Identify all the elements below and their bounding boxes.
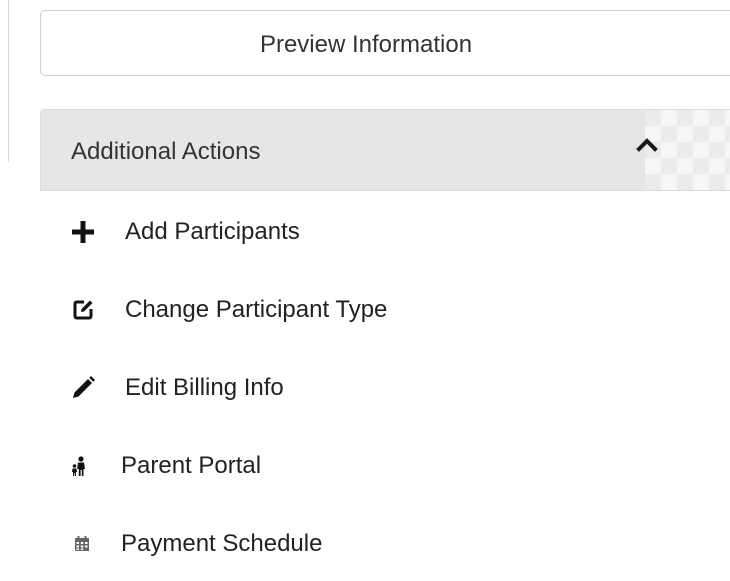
change-participant-type-action[interactable]: Change Participant Type [40,280,730,340]
parent-portal-action[interactable]: Parent Portal [40,436,730,496]
left-divider [8,0,9,162]
pencil-icon [70,375,96,401]
edit-square-icon [70,297,96,323]
preview-information-button[interactable]: Preview Information [40,10,730,76]
family-icon [70,455,90,477]
add-participants-label: Add Participants [125,218,300,245]
preview-information-label: Preview Information [259,31,473,58]
additional-actions-title: Additional Actions [71,138,261,165]
add-participants-action[interactable]: Add Participants [40,202,730,262]
payment-schedule-label: Payment Schedule [121,530,323,557]
change-participant-type-label: Change Participant Type [125,296,388,323]
payment-schedule-action[interactable]: Payment Schedule [40,514,730,574]
plus-icon [70,219,96,245]
parent-portal-label: Parent Portal [121,452,262,479]
calendar-icon [73,535,91,553]
additional-actions-header[interactable]: Additional Actions [40,109,730,191]
edit-billing-info-action[interactable]: Edit Billing Info [40,358,730,418]
edit-billing-info-label: Edit Billing Info [125,374,284,401]
chevron-up-icon[interactable] [635,136,659,152]
